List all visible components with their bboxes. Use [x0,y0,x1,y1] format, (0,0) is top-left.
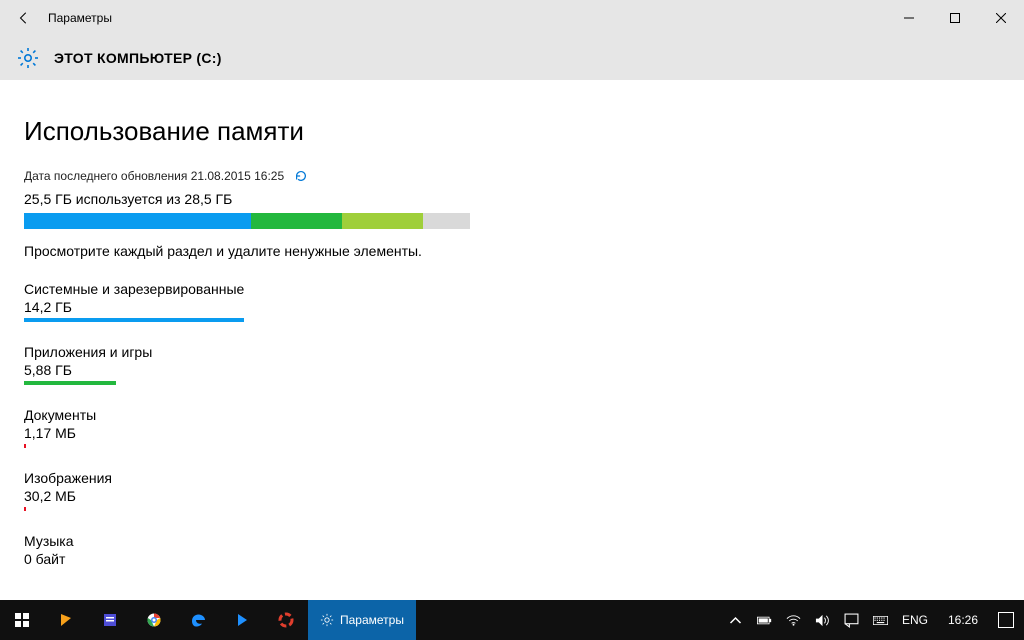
storage-category[interactable]: Документы 1,17 МБ [24,407,264,448]
tray-notifications-icon[interactable] [844,613,859,628]
subheader: ЭТОТ КОМПЬЮТЕР (C:) [0,36,1024,80]
start-button[interactable] [0,600,44,640]
category-bar [24,570,244,574]
taskbar-active-label: Параметры [340,613,404,627]
tray-volume-icon[interactable] [815,613,830,628]
drive-label: ЭТОТ КОМПЬЮТЕР (C:) [54,50,222,66]
tray-wifi-icon[interactable] [786,613,801,628]
category-size: 14,2 ГБ [24,299,264,315]
category-name: Приложения и игры [24,344,264,360]
tray-chevron-up-icon[interactable] [728,613,743,628]
tray-language[interactable]: ENG [902,613,928,627]
titlebar: Параметры [0,0,1024,36]
tray-battery-icon[interactable] [757,613,772,628]
page-heading: Использование памяти [24,116,1000,147]
category-name: Системные и зарезервированные [24,281,264,297]
content: Использование памяти Дата последнего обн… [0,80,1024,574]
category-bar [24,444,244,448]
back-button[interactable] [8,2,40,34]
usage-bar-segment [342,213,422,229]
taskbar-app-2[interactable] [88,600,132,640]
last-update-row: Дата последнего обновления 21.08.2015 16… [24,169,1000,183]
taskbar-media[interactable] [220,600,264,640]
maximize-button[interactable] [932,0,978,36]
storage-category[interactable]: Изображения 30,2 МБ [24,470,264,511]
usage-bar-segment [251,213,343,229]
close-button[interactable] [978,0,1024,36]
category-name: Музыка [24,533,264,549]
last-update-text: Дата последнего обновления 21.08.2015 16… [24,169,284,183]
category-bar [24,381,244,385]
category-name: Документы [24,407,264,423]
tray-keyboard-icon[interactable] [873,613,888,628]
storage-category[interactable]: Музыка 0 байт [24,533,264,574]
refresh-icon[interactable] [294,169,308,183]
category-size: 5,88 ГБ [24,362,264,378]
category-size: 30,2 МБ [24,488,264,504]
taskbar-chrome[interactable] [132,600,176,640]
taskbar-app-3[interactable] [264,600,308,640]
minimize-button[interactable] [886,0,932,36]
taskbar-edge[interactable] [176,600,220,640]
usage-bar-segment [24,213,251,229]
gear-icon [320,613,334,627]
category-size: 0 байт [24,551,264,567]
gear-icon [16,46,40,70]
tray-show-desktop[interactable] [998,612,1014,628]
hint-text: Просмотрите каждый раздел и удалите нену… [24,243,1000,259]
taskbar-app-1[interactable] [44,600,88,640]
category-bar [24,318,244,322]
category-size: 1,17 МБ [24,425,264,441]
taskbar: Параметры ENG 16:26 [0,600,1024,640]
window-title: Параметры [48,11,112,25]
category-bar [24,507,244,511]
taskbar-active-task[interactable]: Параметры [308,600,416,640]
category-name: Изображения [24,470,264,486]
usage-text: 25,5 ГБ используется из 28,5 ГБ [24,191,1000,207]
usage-bar-segment [423,213,470,229]
storage-category[interactable]: Системные и зарезервированные 14,2 ГБ [24,281,264,322]
system-tray: ENG 16:26 [728,612,1024,628]
tray-clock[interactable]: 16:26 [942,613,984,627]
storage-category[interactable]: Приложения и игры 5,88 ГБ [24,344,264,385]
usage-bar [24,213,470,229]
